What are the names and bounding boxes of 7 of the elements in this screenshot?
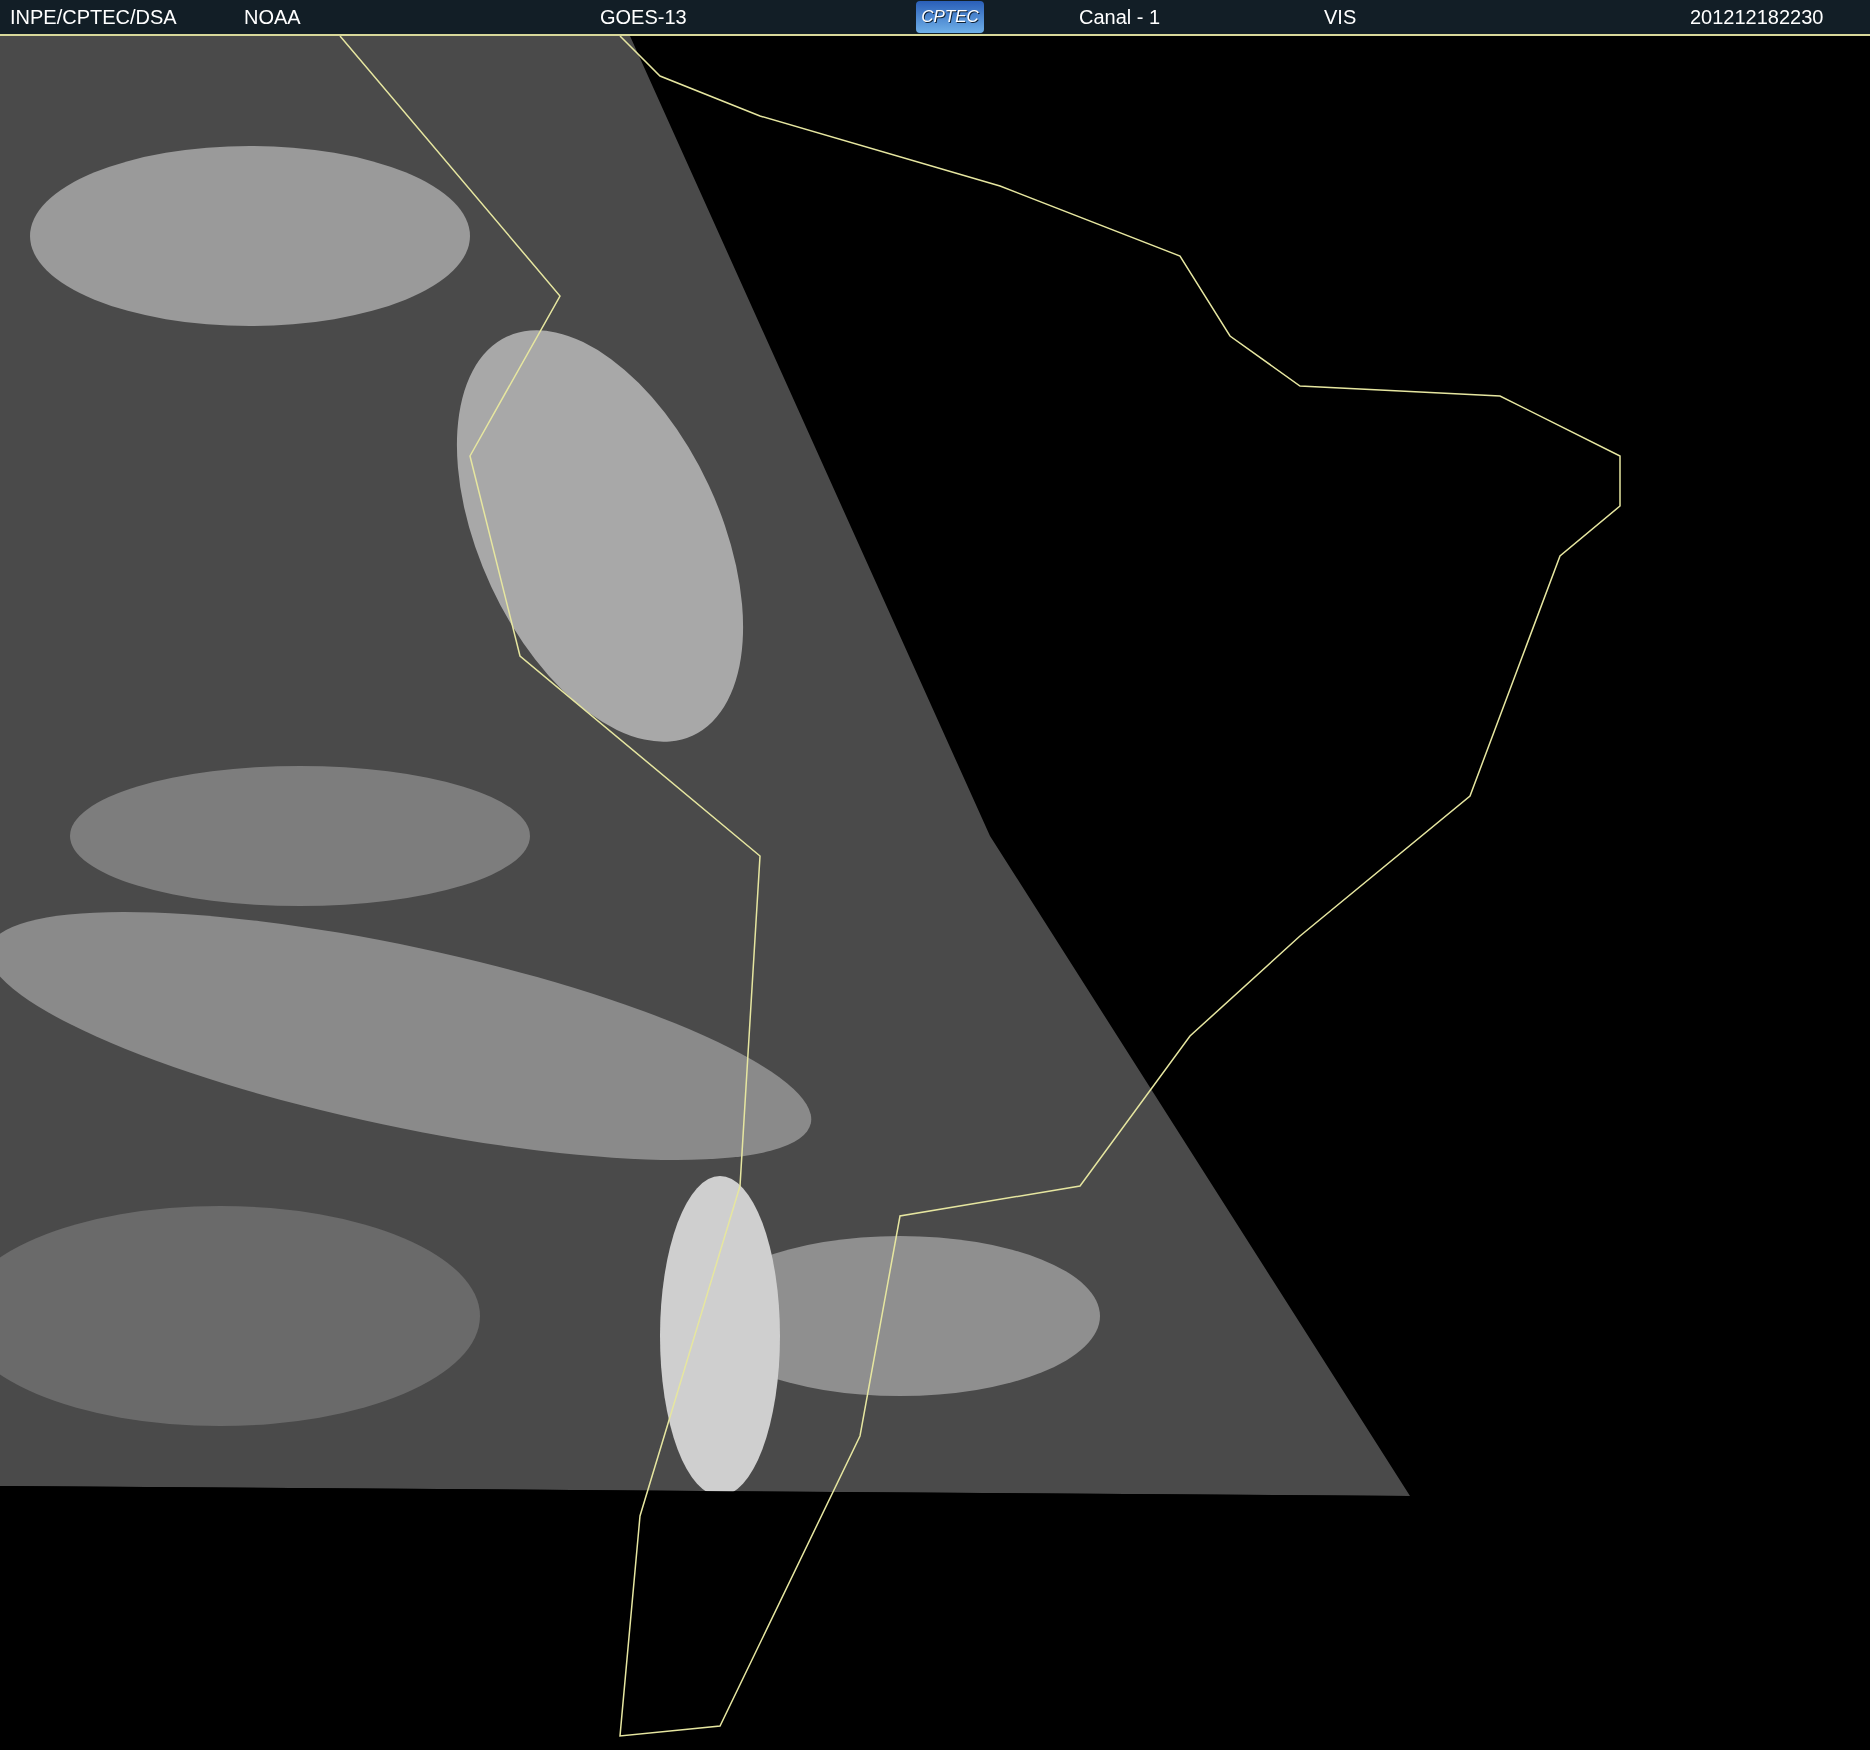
header-label: 201212182230 [1690,5,1824,29]
header-label: GOES-13 [600,5,687,29]
header-label: INPE/CPTEC/DSA [10,5,177,29]
logo: CPTEC [916,1,984,33]
header-label: Canal - 1 [1079,5,1161,29]
header-label: VIS [1324,5,1357,29]
header-label: NOAA [244,5,301,29]
